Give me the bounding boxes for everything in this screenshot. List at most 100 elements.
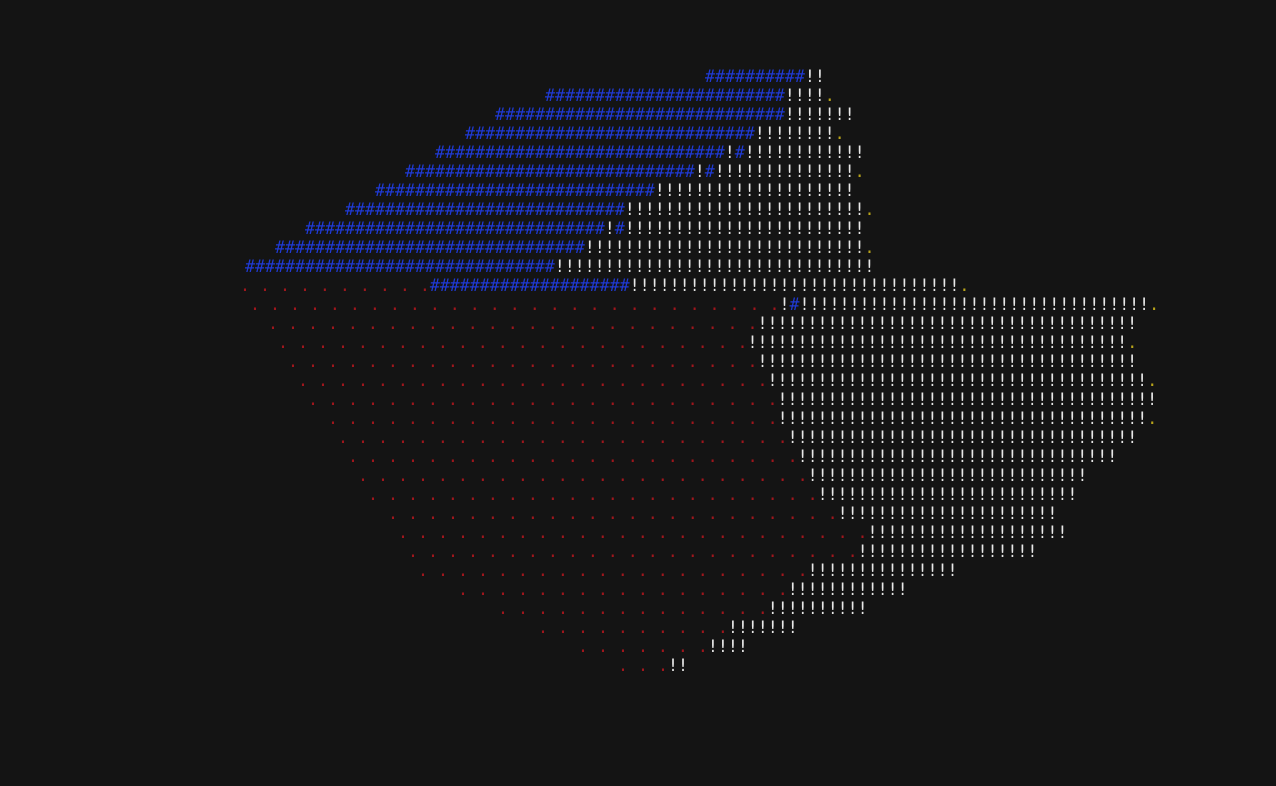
ascii-segment-white: !!!!!!!!!!!!!!!!!!!! — [867, 523, 1068, 542]
ascii-segment-white: !!!!!!! — [727, 618, 798, 637]
ascii-row: . . . . . . . . . . . . . . . . . . . . … — [250, 295, 1159, 314]
ascii-row: . . . . . . . . . . . . . . . . . . . . … — [398, 523, 1067, 542]
ascii-segment-yellow: . — [1127, 333, 1138, 352]
ascii-segment-blue: ########## — [705, 67, 805, 86]
ascii-segment-white: !!!!!!!!!!!!!!!!!!!!!! — [837, 504, 1058, 523]
ascii-segment-red: . . . — [618, 656, 668, 675]
ascii-segment-white: ! — [779, 295, 790, 314]
ascii-segment-red: . . . . . . . . . . . . . . . . . — [458, 580, 788, 599]
ascii-segment-blue: # — [734, 143, 745, 162]
ascii-row: ########################!!!!. — [545, 86, 835, 105]
ascii-row: ############################!!!!!!!!!!!!… — [375, 181, 855, 200]
ascii-segment-white: !!!!!!!!!!!!!!!!!!!!!!!!!!!!!!!! — [797, 447, 1118, 466]
ascii-segment-white: ! — [694, 162, 705, 181]
ascii-segment-white: !!!!!!!!!!!!!!!!!!!!!!!!!!!!!!!!!!!!!! — [767, 371, 1148, 390]
ascii-segment-red: . . . . . . . . . . . . . . . . . . . . … — [388, 504, 838, 523]
ascii-segment-yellow: . — [864, 238, 875, 257]
ascii-row: . . . . . . . . . . . . . . . . . . . . … — [278, 333, 1137, 352]
ascii-segment-yellow: . — [959, 276, 970, 295]
ascii-row: #############################!!!!!!! — [495, 105, 855, 124]
ascii-segment-white: !!!!!!!!!!!!!!!!!!!!!!!!!!!!!!!!!!! — [799, 295, 1150, 314]
ascii-segment-white: !!!!!!!!!!!!!!!!!!!!!!!!!!!! — [584, 238, 865, 257]
ascii-segment-blue: ############################### — [275, 238, 585, 257]
ascii-segment-blue: ############################# — [495, 105, 785, 124]
ascii-segment-white: !!!!!!!! — [754, 124, 835, 143]
ascii-segment-white: !!!!!!!!!!!!!!!!!!!!!!!!!! — [817, 485, 1078, 504]
ascii-segment-blue: ############################### — [245, 257, 555, 276]
ascii-segment-yellow: . — [834, 124, 845, 143]
ascii-segment-blue: # — [614, 219, 625, 238]
ascii-row: ##########!! — [705, 67, 825, 86]
ascii-row: #############################!#!!!!!!!!!… — [435, 143, 865, 162]
ascii-segment-blue: ############################# — [465, 124, 755, 143]
ascii-segment-red: . . . . . . . . . . . . . . . . . . . . … — [368, 485, 818, 504]
ascii-segment-white: ! — [724, 143, 735, 162]
ascii-segment-white: !!!!!!!!!!!!!!!!!!!!!!!!!!!!!!!!!!!!!! — [747, 333, 1128, 352]
ascii-segment-red: . . . . . . . . . . . . . . . . . . . . … — [250, 295, 780, 314]
ascii-segment-white: !!!!!!!!!!!!!!!!!!!!!!!! — [624, 200, 865, 219]
ascii-segment-blue: ############################## — [305, 219, 605, 238]
ascii-segment-red: . . . . . . . . . . . . . . . . . . . . … — [398, 523, 868, 542]
ascii-row: . . . . . . . . . . . . . .!!!!!!!!!! — [498, 599, 868, 618]
ascii-segment-white: !!!!!!!!!!!!!! — [714, 162, 855, 181]
ascii-segment-yellow: . — [1147, 371, 1158, 390]
ascii-segment-white: !!!!!!!!!!!!!!!!!!!!!!!!!!!!!!!!!!!!!! — [757, 352, 1138, 371]
ascii-row: . . . . . . . . . .####################!… — [240, 276, 969, 295]
ascii-segment-white: !!!!!!!!!!!!!!!!!!!!!!!!!!!!!!!!!!!!!! — [777, 390, 1158, 409]
ascii-segment-blue: ############################ — [375, 181, 655, 200]
ascii-row: . . . . . . . . . . . . . . . . . . . . … — [288, 352, 1137, 371]
ascii-segment-white: !!!!!!!!!!!!!!! — [807, 561, 958, 580]
ascii-segment-red: . . . . . . . . . . . . . . . . . . . . … — [298, 371, 768, 390]
ascii-segment-white: !!!!!!!!!! — [767, 599, 868, 618]
ascii-segment-white: !!!!!!!!!!!!!!!!!!!!!!!!!!!!!!!!!!! — [787, 428, 1138, 447]
ascii-segment-red: . . . . . . . . . . . . . . . . . . . . — [418, 561, 808, 580]
ascii-segment-white: !!!!!!!!!!!!!!!!!!!!!!!!!!!!!!!!!!!!!! — [757, 314, 1138, 333]
ascii-row: . . . . . . . . . . . . . . . . . . . . … — [338, 428, 1137, 447]
ascii-row: . . . . . . . . . . . . . . . . . . . . … — [348, 447, 1117, 466]
ascii-segment-blue: # — [789, 295, 800, 314]
ascii-segment-white: !!!!!!!!!!!! — [787, 580, 908, 599]
ascii-segment-white: !!!!!!!!!!!!!!!!!! — [857, 542, 1038, 561]
ascii-row: ###############################!!!!!!!!!… — [275, 238, 874, 257]
ascii-segment-blue: ######################## — [545, 86, 785, 105]
ascii-row: . . . . . . . . . . . . . . . . . . . . … — [268, 314, 1137, 333]
ascii-segment-blue: ############################# — [435, 143, 725, 162]
ascii-segment-white: !!!!!!! — [784, 105, 855, 124]
ascii-segment-blue: ############################ — [345, 200, 625, 219]
ascii-segment-white: !!!!!!!!!!!!!!!!!!!!!!!!!!!! — [807, 466, 1088, 485]
ascii-segment-white: !!!!!!!!!!!!!!!!!!!!!!!!!!!!!!!!! — [629, 276, 960, 295]
ascii-segment-red: . . . . . . . . . . . . . . . . . . . . … — [358, 466, 808, 485]
ascii-segment-yellow: . — [1149, 295, 1160, 314]
ascii-segment-yellow: . — [1147, 409, 1158, 428]
ascii-segment-white: !!!!!!!!!!!!!!!!!!!! — [654, 181, 855, 200]
ascii-segment-red: . . . . . . . . . . . . . . . . . . . . … — [308, 390, 778, 409]
ascii-row: #############################!#!!!!!!!!!… — [405, 162, 865, 181]
ascii-segment-white: !!!!!!!!!!!!!!!!!!!!!!!! — [624, 219, 865, 238]
ascii-segment-yellow: . — [854, 162, 865, 181]
ascii-segment-blue: # — [704, 162, 715, 181]
ascii-row: . . . . . . . . . . . . . . . . .!!!!!!!… — [458, 580, 908, 599]
ascii-segment-white: !!!! — [784, 86, 825, 105]
ascii-segment-white: !! — [667, 656, 688, 675]
ascii-segment-white: ! — [604, 219, 615, 238]
ascii-segment-white: !! — [804, 67, 825, 86]
ascii-segment-red: . . . . . . . . . . . . . . . . . . . . … — [278, 333, 748, 352]
ascii-segment-yellow: . — [864, 200, 875, 219]
ascii-row: ############################!!!!!!!!!!!!… — [345, 200, 875, 219]
ascii-row: . . .!! — [618, 656, 688, 675]
ascii-row: #############################!!!!!!!!. — [465, 124, 845, 143]
ascii-segment-yellow: . — [824, 86, 835, 105]
ascii-render-terminal: ##########!! ########################!!!!… — [0, 0, 1276, 786]
ascii-row: . . . . . . . . . . . . . . . . . . . . … — [308, 390, 1157, 409]
ascii-segment-red: . . . . . . . . . . — [538, 618, 728, 637]
ascii-row: . . . . . . . . . .!!!!!!! — [538, 618, 798, 637]
ascii-row: . . . . . . . . . . . . . . . . . . . . … — [298, 371, 1157, 390]
ascii-row: ##############################!#!!!!!!!!… — [305, 219, 865, 238]
ascii-row: . . . . . . . . . . . . . . . . . . . . … — [358, 466, 1087, 485]
ascii-row: . . . . . . . . . . . . . . . . . . . . … — [388, 504, 1057, 523]
ascii-row: . . . . . . . . . . . . . . . . . . . .!… — [418, 561, 957, 580]
ascii-row: . . . . . . .!!!! — [578, 637, 748, 656]
ascii-segment-red: . . . . . . . — [578, 637, 708, 656]
ascii-segment-red: . . . . . . . . . . . . . . . . . . . . … — [408, 542, 858, 561]
ascii-segment-red: . . . . . . . . . . . . . . . . . . . . … — [288, 352, 758, 371]
